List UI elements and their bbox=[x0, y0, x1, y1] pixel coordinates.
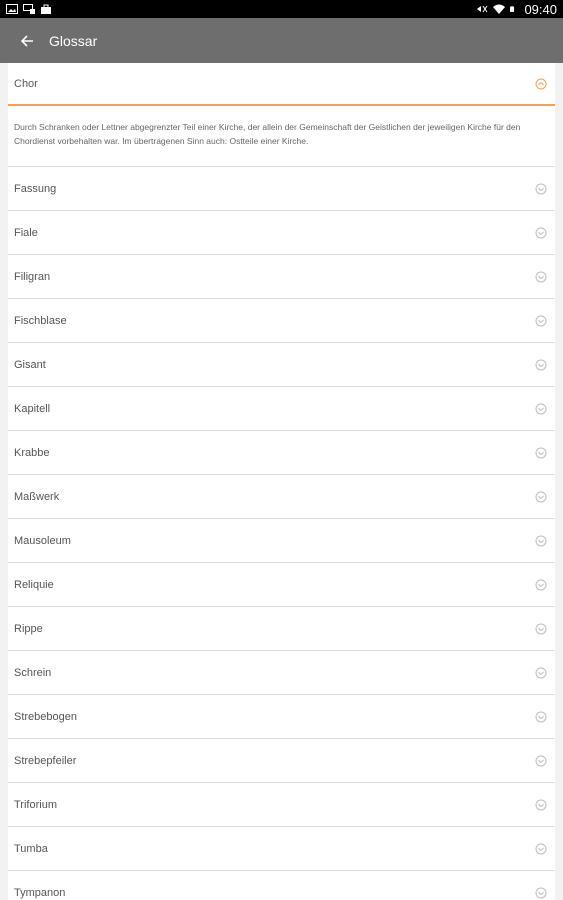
glossary-item[interactable]: Strebepfeiler bbox=[8, 739, 555, 783]
glossary-term: Krabbe bbox=[14, 446, 50, 459]
glossary-term: Kapitell bbox=[14, 402, 51, 415]
chevron-down-icon bbox=[535, 271, 547, 283]
page-title: Glossar bbox=[49, 32, 98, 49]
chevron-down-icon bbox=[535, 535, 547, 547]
wifi-icon bbox=[493, 4, 506, 14]
chevron-down-icon bbox=[535, 579, 547, 591]
chevron-down-icon bbox=[535, 711, 547, 723]
glossary-term: Chor bbox=[14, 77, 38, 90]
chevron-down-icon bbox=[535, 491, 547, 503]
glossary-definition: Durch Schranken oder Lettner abgegrenzte… bbox=[8, 106, 555, 167]
cast-icon bbox=[23, 4, 35, 14]
glossary-items: Fassung Fiale Filigran Fischblase Gisant Kapi… bbox=[8, 167, 555, 900]
chevron-down-icon bbox=[535, 227, 547, 239]
status-bar: 09:40 bbox=[0, 0, 563, 18]
glossary-term: Schrein bbox=[14, 666, 52, 679]
glossary-item[interactable]: Reliquie bbox=[8, 563, 555, 607]
glossary-item-expanded[interactable]: Chor bbox=[8, 63, 555, 106]
chevron-down-icon bbox=[535, 799, 547, 811]
bag-icon bbox=[41, 4, 51, 14]
chevron-down-icon bbox=[535, 843, 547, 855]
glossary-list: Chor Durch Schranken oder Lettner abgegr… bbox=[8, 63, 555, 900]
glossary-item[interactable]: Triforium bbox=[8, 783, 555, 827]
glossary-term: Gisant bbox=[14, 358, 46, 371]
chevron-down-icon bbox=[535, 315, 547, 327]
glossary-item[interactable]: Strebebogen bbox=[8, 695, 555, 739]
glossary-term: Fiale bbox=[14, 226, 38, 239]
glossary-item[interactable]: Gisant bbox=[8, 343, 555, 387]
glossary-item[interactable]: Rippe bbox=[8, 607, 555, 651]
arrow-left-icon bbox=[20, 34, 33, 47]
chevron-up-icon bbox=[535, 78, 547, 90]
chevron-down-icon bbox=[535, 403, 547, 415]
status-bar-left bbox=[6, 4, 52, 14]
glossary-item[interactable]: Schrein bbox=[8, 651, 555, 695]
glossary-item[interactable]: Krabbe bbox=[8, 431, 555, 475]
glossary-item[interactable]: Kapitell bbox=[8, 387, 555, 431]
clock: 09:40 bbox=[524, 1, 557, 17]
mute-icon bbox=[477, 5, 488, 13]
glossary-term: Maßwerk bbox=[14, 490, 60, 503]
glossary-term: Fassung bbox=[14, 182, 57, 195]
glossary-item[interactable]: Filigran bbox=[8, 255, 555, 299]
back-button[interactable] bbox=[18, 32, 36, 50]
chevron-down-icon bbox=[535, 447, 547, 459]
app-bar: Glossar bbox=[0, 18, 563, 63]
glossary-term: Filigran bbox=[14, 270, 51, 283]
glossary-item[interactable]: Fischblase bbox=[8, 299, 555, 343]
glossary-item[interactable]: Maßwerk bbox=[8, 475, 555, 519]
glossary-term: Rippe bbox=[14, 622, 43, 635]
glossary-term: Tympanon bbox=[14, 886, 66, 899]
status-bar-right: 09:40 bbox=[476, 2, 557, 17]
chevron-down-icon bbox=[535, 359, 547, 371]
glossary-term: Fischblase bbox=[14, 314, 67, 327]
glossary-item[interactable]: Fiale bbox=[8, 211, 555, 255]
glossary-term: Triforium bbox=[14, 798, 57, 811]
glossary-term: Strebepfeiler bbox=[14, 754, 77, 767]
chevron-down-icon bbox=[535, 667, 547, 679]
glossary-term: Mausoleum bbox=[14, 534, 71, 547]
glossary-item[interactable]: Mausoleum bbox=[8, 519, 555, 563]
glossary-item[interactable]: Fassung bbox=[8, 167, 555, 211]
glossary-term: Reliquie bbox=[14, 578, 54, 591]
chevron-down-icon bbox=[535, 887, 547, 899]
glossary-item[interactable]: Tumba bbox=[8, 827, 555, 871]
chevron-down-icon bbox=[535, 183, 547, 195]
glossary-term: Tumba bbox=[14, 842, 48, 855]
glossary-item[interactable]: Tympanon bbox=[8, 871, 555, 900]
chevron-down-icon bbox=[535, 623, 547, 635]
glossary-term: Strebebogen bbox=[14, 710, 77, 723]
battery-icon bbox=[510, 6, 515, 12]
image-icon bbox=[6, 4, 18, 14]
chevron-down-icon bbox=[535, 755, 547, 767]
